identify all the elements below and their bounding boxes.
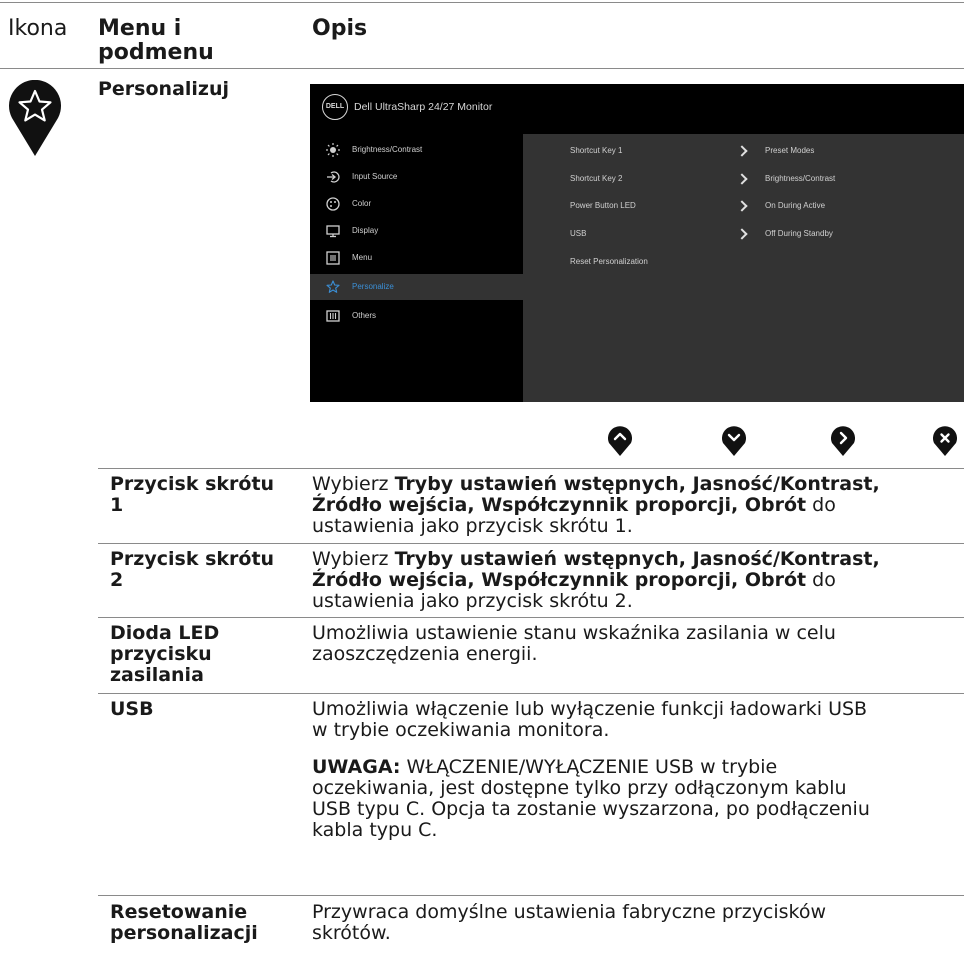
desc-text: WŁĄCZENIE/WYŁĄCZENIE USB w trybie	[400, 756, 778, 778]
osd-row-usb[interactable]: USB	[570, 229, 586, 238]
osd-menu-label: Menu	[352, 253, 373, 262]
osd-menu-label: Input Source	[352, 172, 398, 181]
row-rule	[98, 895, 964, 896]
star-icon	[6, 79, 64, 158]
osd-row-power-led[interactable]: Power Button LED	[570, 201, 636, 210]
desc-text: kabla typu C.	[312, 819, 438, 841]
top-rule	[0, 2, 964, 3]
row-rule	[98, 617, 964, 618]
entry-desc-usb: Umożliwia włączenie lub wyłączenie funkc…	[312, 699, 964, 741]
entry-desc-shortcut-key-1: Wybierz Tryby ustawień wstępnych, Jasnoś…	[312, 474, 964, 537]
entry-name-line: 1	[110, 494, 124, 516]
osd-row-shortcut-key-1[interactable]: Shortcut Key 1	[570, 146, 622, 155]
down-button-icon	[721, 425, 747, 457]
desc-text: ustawienia jako przycisk skrótu 1.	[312, 515, 633, 537]
entry-name-line: Przycisk skrótu	[110, 548, 275, 570]
desc-bold-text: Źródło wejścia, Współczynnik proporcji, …	[312, 494, 807, 516]
entry-name-line: Przycisk skrótu	[110, 473, 275, 495]
header-menu-col-line2: podmenu	[98, 40, 214, 65]
close-button-icon	[932, 425, 958, 457]
osd-screenshot: DELL Dell UltraSharp 24/27 Monitor Brigh…	[310, 84, 964, 402]
desc-text: Wybierz	[312, 473, 395, 495]
desc-text: skrótów.	[312, 922, 391, 944]
osd-row-value: On During Active	[765, 201, 826, 210]
osd-title: Dell UltraSharp 24/27 Monitor	[354, 101, 493, 113]
star-icon	[326, 280, 340, 293]
osd-row-value: Off During Standby	[765, 229, 833, 238]
entry-name-usb: USB	[110, 699, 300, 720]
entry-name-reset: Resetowanie personalizacji	[110, 902, 300, 944]
entry-name-shortcut-key-2: Przycisk skrótu 2	[110, 549, 300, 591]
menu-list-icon	[326, 251, 340, 265]
entry-name-line: Resetowanie	[110, 901, 248, 923]
osd-row-reset[interactable]: Reset Personalization	[570, 257, 648, 266]
header-desc-col: Opis	[312, 16, 368, 41]
entry-desc-shortcut-key-2: Wybierz Tryby ustawień wstępnych, Jasnoś…	[312, 549, 964, 612]
entry-name-line: USB	[110, 698, 154, 720]
row-rule	[98, 693, 964, 694]
input-arrow-icon	[327, 171, 340, 183]
osd-menu-label: Display	[352, 226, 379, 235]
osd-menu-label: Color	[352, 199, 372, 208]
entry-name-line: personalizacji	[110, 922, 258, 944]
entry-name-line: 2	[110, 569, 124, 591]
desc-bold-text: Tryby ustawień wstępnych, Jasność/Kontra…	[394, 473, 880, 495]
osd-row-value: Brightness/Contrast	[765, 174, 836, 183]
header-rule	[0, 68, 964, 69]
dell-logo: DELL	[322, 94, 348, 120]
osd-menu-others[interactable]: Others	[310, 303, 523, 329]
others-icon	[326, 310, 340, 322]
desc-text: do	[806, 494, 836, 516]
osd-row-shortcut-key-2[interactable]: Shortcut Key 2	[570, 174, 622, 183]
desc-text: Umożliwia ustawienie stanu wskaźnika zas…	[312, 622, 836, 644]
section-title: Personalizuj	[98, 78, 230, 100]
sun-icon	[326, 143, 340, 157]
entry-name-power-led: Dioda LED przycisku zasilania	[110, 623, 300, 686]
entry-name-line: zasilania	[110, 664, 204, 686]
osd-menu-menu[interactable]: Menu	[310, 245, 523, 271]
desc-text: oczekiwania, jest dostępne tylko przy od…	[312, 777, 847, 799]
desc-text: Wybierz	[312, 548, 395, 570]
osd-menu-input-source[interactable]: Input Source	[310, 164, 523, 190]
header-icon-col: Ikona	[8, 16, 68, 41]
desc-text: do	[806, 569, 836, 591]
row-rule	[98, 543, 964, 544]
osd-menu-display[interactable]: Display	[310, 218, 523, 244]
entry-name-line: Dioda LED	[110, 622, 220, 644]
up-button-icon	[607, 425, 633, 457]
desc-bold-text: Źródło wejścia, Współczynnik proporcji, …	[312, 569, 807, 591]
desc-text: Umożliwia włączenie lub wyłączenie funkc…	[312, 698, 868, 720]
palette-icon	[326, 197, 340, 211]
entry-desc-power-led: Umożliwia ustawienie stanu wskaźnika zas…	[312, 623, 964, 665]
osd-menu-label: Personalize	[352, 282, 394, 291]
row-rule	[98, 468, 964, 469]
right-button-icon	[830, 425, 856, 457]
osd-left-panel: DELL Dell UltraSharp 24/27 Monitor Brigh…	[310, 84, 523, 402]
osd-top-bar	[523, 84, 964, 134]
desc-text: zaoszczędzenia energii.	[312, 643, 538, 665]
entry-name-shortcut-key-1: Przycisk skrótu 1	[110, 474, 300, 516]
header-menu-col-line1: Menu i	[98, 16, 182, 41]
osd-menu-personalize[interactable]: Personalize	[310, 274, 523, 300]
desc-bold-text: Tryby ustawień wstępnych, Jasność/Kontra…	[394, 548, 880, 570]
entry-name-line: przycisku	[110, 643, 212, 665]
osd-menu-color[interactable]: Color	[310, 191, 523, 217]
note-label: UWAGA:	[312, 756, 401, 778]
osd-menu-label: Others	[352, 311, 377, 320]
desc-text: w trybie oczekiwania monitora.	[312, 719, 610, 741]
usb-note: UWAGA: WŁĄCZENIE/WYŁĄCZENIE USB w trybie…	[312, 757, 964, 841]
desc-text: USB typu C. Opcja ta zostanie wyszarzona…	[312, 798, 870, 820]
monitor-icon	[326, 225, 340, 238]
entry-desc-reset: Przywraca domyślne ustawienia fabryczne …	[312, 902, 964, 944]
desc-text: Przywraca domyślne ustawienia fabryczne …	[312, 901, 827, 923]
osd-menu-label: Brightness/Contrast	[352, 145, 423, 154]
osd-row-value: Preset Modes	[765, 146, 815, 155]
desc-text: ustawienia jako przycisk skrótu 2.	[312, 590, 633, 612]
osd-menu-brightness[interactable]: Brightness/Contrast	[310, 137, 523, 163]
